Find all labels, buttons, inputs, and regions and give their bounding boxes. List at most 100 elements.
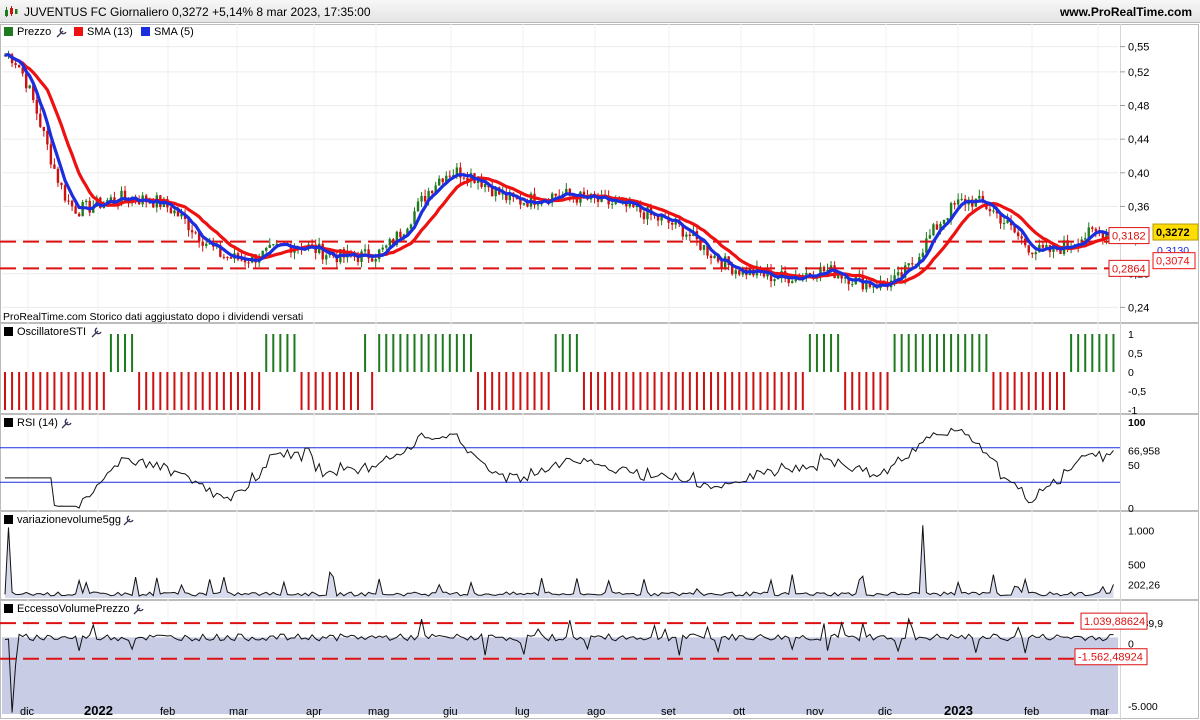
sti-bar-down: [738, 372, 741, 410]
sti-bar-up: [406, 334, 409, 372]
ecc-legend-swatch: [4, 604, 13, 613]
sti-bar-down: [138, 372, 141, 410]
title-bar: JUVENTUS FC Giornaliero 0,3272 +5,14% 8 …: [0, 0, 1200, 23]
sti-bar-down: [526, 372, 529, 410]
site-link[interactable]: www.ProRealTime.com: [1060, 5, 1192, 19]
x-axis-label: nov: [806, 706, 824, 718]
sti-bar-down: [46, 372, 49, 410]
sti-bar-up: [985, 334, 988, 372]
price-bar-body: [74, 206, 77, 214]
rsi-axis-label: 100: [1128, 417, 1146, 429]
price-bar-body: [713, 255, 716, 259]
price-panel[interactable]: [0, 24, 1199, 323]
price-bar-body: [956, 199, 960, 205]
sti-bar-down: [674, 372, 677, 410]
price-bar-body: [734, 270, 737, 275]
sti-bar-down: [236, 372, 239, 410]
price-bar-body: [907, 263, 910, 266]
x-axis-label: apr: [306, 706, 322, 718]
sti-bar-up: [462, 334, 465, 372]
sti-bar-down: [314, 372, 317, 410]
sti-bar-down: [1027, 372, 1030, 410]
sti-bar-down: [625, 372, 628, 410]
price-bar-body: [702, 245, 706, 250]
rsi-panel[interactable]: [0, 414, 1199, 511]
sti-bar-up: [1112, 334, 1115, 372]
price-bar-body: [1016, 232, 1020, 237]
chart-title: JUVENTUS FC Giornaliero 0,3272 +5,14% 8 …: [24, 5, 371, 19]
sti-bar-down: [222, 372, 225, 410]
rsi-axis-label: 66,958: [1128, 445, 1160, 457]
sti-bar-down: [328, 372, 331, 410]
sti-bar-down: [1034, 372, 1037, 410]
sti-bar-up: [420, 334, 423, 372]
price-bar-body: [738, 270, 741, 275]
price-bar-body: [642, 212, 646, 220]
sti-bar-down: [258, 372, 261, 410]
sti-bar-down: [342, 372, 345, 410]
sti-bar-down: [702, 372, 705, 410]
legend-sma5-swatch: [141, 27, 150, 36]
sti-bar-down: [251, 372, 254, 410]
candlestick-icon: [5, 6, 18, 17]
price-bar-body: [388, 239, 391, 246]
sti-bar-up: [893, 334, 896, 372]
sti-bar-down: [187, 372, 190, 410]
sti-bar-down: [67, 372, 70, 410]
x-axis-label: giu: [443, 706, 458, 718]
price-bar-body: [42, 126, 46, 131]
price-bar-body: [194, 232, 197, 234]
x-axis-label: mar: [1090, 706, 1109, 718]
sti-bar-down: [766, 372, 769, 410]
sti-bar-up: [385, 334, 388, 372]
sti-legend: OscillatoreSTI: [17, 326, 86, 338]
x-axis-label: ott: [733, 706, 745, 718]
price-bar-body: [374, 259, 377, 262]
sti-bar-up: [1098, 334, 1101, 372]
sti-bar-down: [632, 372, 635, 410]
x-axis-label: lug: [515, 706, 530, 718]
chart-area[interactable]: 0,240,280,320,360,400,440,480,520,55 Pre…: [0, 24, 1200, 720]
price-bar-body: [942, 219, 946, 224]
sti-bar-down: [349, 372, 352, 410]
data-note: ProRealTime.com Storico dati aggiustato …: [3, 311, 303, 323]
sti-bar-up: [575, 334, 578, 372]
sti-bar-down: [477, 372, 480, 410]
price-bar-body: [554, 193, 557, 196]
sti-bar-down: [992, 372, 995, 410]
price-bar-body: [935, 224, 939, 230]
sti-bar-up: [935, 334, 938, 372]
sti-bar-down: [215, 372, 218, 410]
price-bar-body: [272, 244, 275, 246]
sti-bar-up: [364, 334, 367, 372]
sti-bar-down: [611, 372, 614, 410]
sti-bar-down: [491, 372, 494, 410]
sti-bar-up: [434, 334, 437, 372]
price-tick-label: 0,36: [1128, 201, 1149, 213]
x-axis-label: mar: [229, 706, 248, 718]
vol-panel[interactable]: [0, 511, 1199, 600]
sti-bar-down: [710, 372, 713, 410]
sti-bar-down: [731, 372, 734, 410]
sti-bar-down: [60, 372, 63, 410]
sti-panel[interactable]: [0, 323, 1199, 414]
sti-bar-up: [131, 334, 134, 372]
ecc-legend: EccessoVolumePrezzo: [17, 603, 130, 615]
sti-legend-swatch: [4, 327, 13, 336]
sti-bar-down: [1048, 372, 1051, 410]
sti-bar-down: [512, 372, 515, 410]
sti-bar-down: [759, 372, 762, 410]
vol-axis-label: 202,26: [1128, 579, 1160, 591]
sti-axis-label: 1: [1128, 329, 1134, 341]
sti-bar-down: [244, 372, 247, 410]
sti-bar-down: [773, 372, 776, 410]
sti-bar-down: [498, 372, 501, 410]
sti-bar-down: [39, 372, 42, 410]
sti-bar-up: [822, 334, 825, 372]
price-bar-body: [688, 234, 692, 236]
price-bar-body: [325, 255, 328, 260]
sti-bar-up: [455, 334, 458, 372]
sti-bar-down: [145, 372, 148, 410]
price-bar-body: [67, 200, 70, 202]
sti-bar-down: [152, 372, 155, 410]
